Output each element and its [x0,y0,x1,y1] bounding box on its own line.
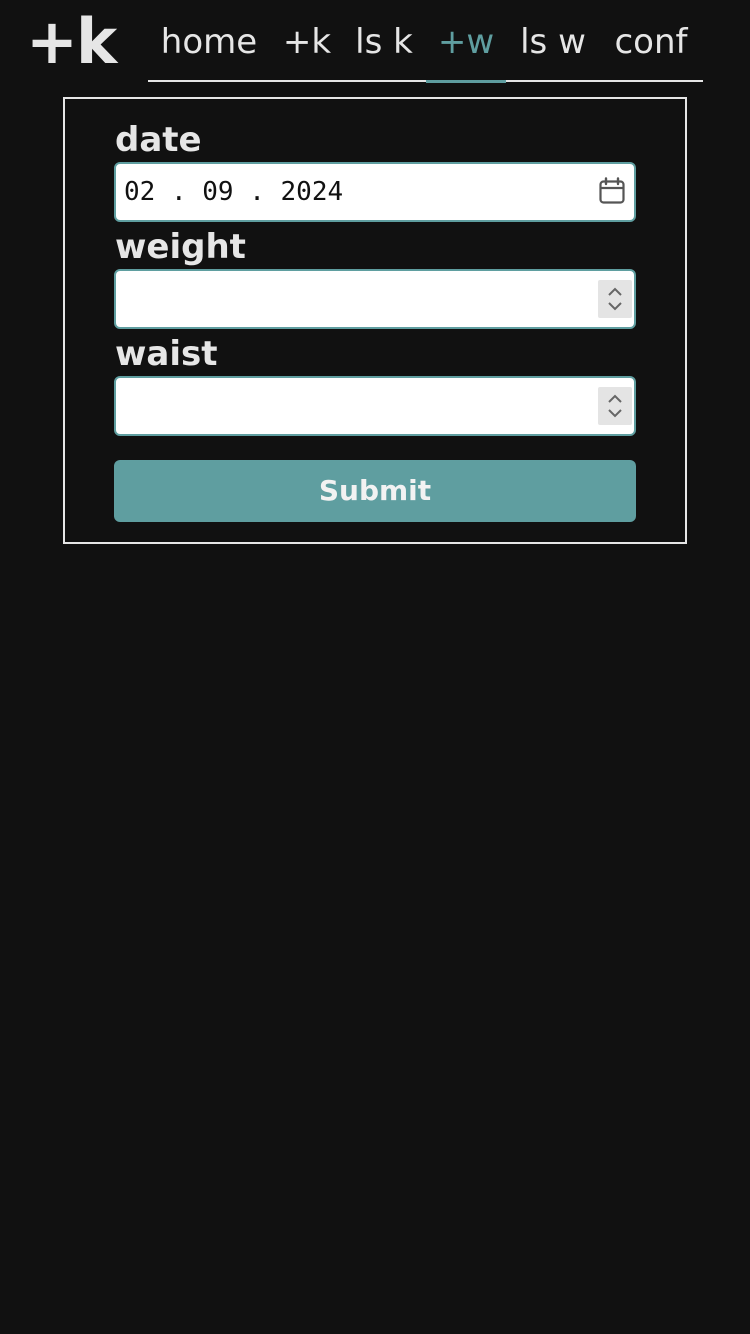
date-label: date [115,120,202,160]
nav-item-add-k[interactable]: +k [270,0,344,82]
main-nav: home +k ls k +w ls w conf [148,0,703,83]
nav-item-add-w[interactable]: +w [426,0,506,83]
waist-spinner-icon[interactable] [598,387,632,425]
nav-item-list-k[interactable]: ls k [344,0,424,82]
waist-label: waist [115,334,218,374]
calendar-icon[interactable] [598,177,626,205]
logo[interactable]: +k [26,6,117,78]
weight-input[interactable] [114,269,636,329]
weight-label: weight [115,227,246,267]
waist-input[interactable] [114,376,636,436]
page: +k home +k ls k +w ls w conf date 02 . 0… [0,0,750,1334]
weight-spinner-icon[interactable] [598,280,632,318]
nav-item-home[interactable]: home [148,0,270,82]
date-value: 02 . 09 . 2024 [124,177,344,207]
date-input[interactable]: 02 . 09 . 2024 [114,162,636,222]
submit-button[interactable]: Submit [114,460,636,522]
nav-item-list-w[interactable]: ls w [508,0,598,82]
nav-item-conf[interactable]: conf [602,0,700,82]
